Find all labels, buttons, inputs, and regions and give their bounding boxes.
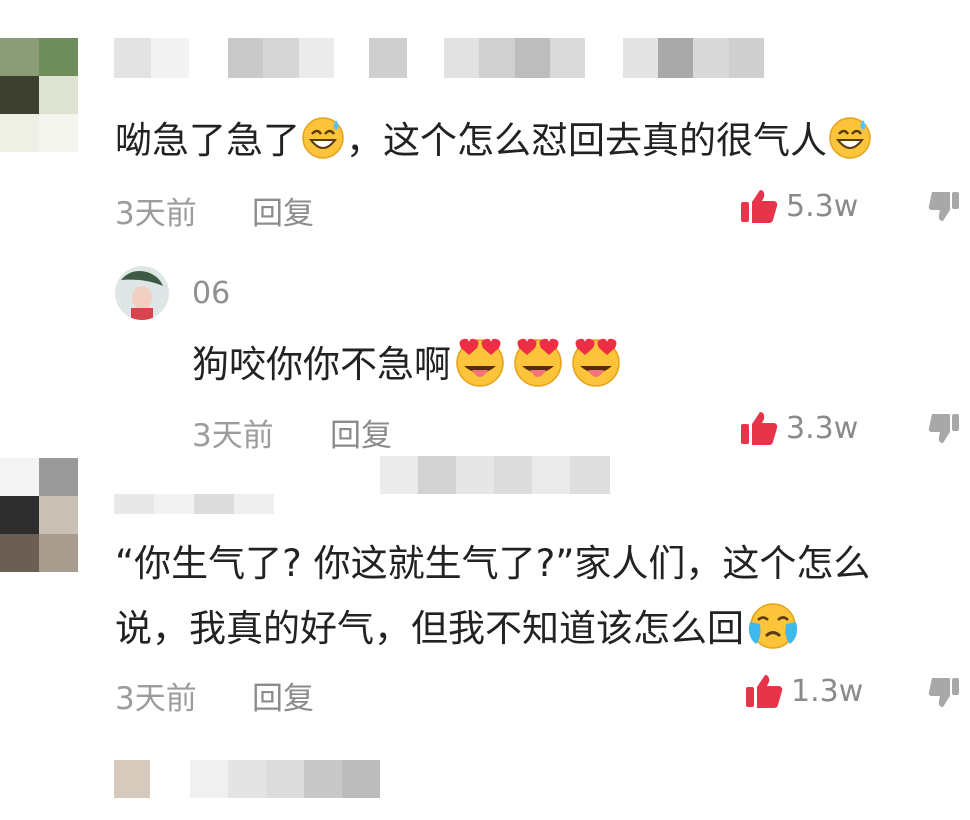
avatar[interactable]	[115, 266, 169, 320]
like-button[interactable]: 5.3w	[740, 188, 858, 224]
username-blurred	[380, 456, 610, 494]
grin-sweat-emoji	[827, 114, 873, 171]
username-blurred	[114, 494, 274, 514]
comment-text-part: ，这个怎么怼回去真的很气人	[346, 119, 827, 162]
reply-time: 3天前	[192, 418, 274, 454]
like-count: 5.3w	[786, 188, 859, 224]
like-button[interactable]: 3.3w	[740, 410, 858, 446]
heart-eyes-tongue-emoji	[451, 334, 509, 399]
thumbs-up-icon	[746, 675, 783, 708]
reply-username[interactable]: 06	[192, 276, 230, 311]
username-blurred	[190, 760, 380, 798]
grin-sweat-emoji	[300, 114, 346, 171]
avatar-blurred[interactable]	[0, 458, 78, 572]
thumbs-down-icon[interactable]	[928, 412, 962, 444]
like-count: 1.3w	[791, 673, 864, 709]
thumbs-down-icon[interactable]	[928, 676, 962, 708]
thumbs-up-icon	[741, 190, 778, 223]
avatar-blurred[interactable]	[114, 760, 150, 798]
avatar-blurred[interactable]	[0, 38, 78, 152]
comment-text: 呦急了急了 ，这个怎么怼回去真的很气人	[115, 114, 873, 171]
heart-eyes-tongue-emoji	[567, 334, 625, 399]
crying-emoji	[744, 600, 802, 661]
like-count: 3.3w	[786, 410, 859, 446]
comment-time: 3天前	[115, 196, 197, 232]
username-blurred	[114, 38, 764, 78]
comment-time: 3天前	[115, 681, 197, 717]
heart-eyes-tongue-emoji	[509, 334, 567, 399]
reply-text: 狗咬你你不急啊	[192, 334, 625, 399]
comment-text-line-2: 说，我真的好气，但我不知道该怎么回	[115, 600, 802, 661]
comment-text-line-1: “你生气了? 你这就生气了?”家人们，这个怎么	[115, 542, 871, 585]
reply-button[interactable]: 回复	[252, 673, 314, 718]
reply-text-part: 狗咬你你不急啊	[192, 343, 451, 386]
comment-text-part: 呦急了急了	[115, 119, 300, 162]
thumbs-up-icon	[741, 412, 778, 445]
like-button[interactable]: 1.3w	[745, 673, 863, 709]
reply-button[interactable]: 回复	[252, 188, 314, 233]
comment-text-part: 说，我真的好气，但我不知道该怎么回	[115, 607, 744, 650]
reply-button[interactable]: 回复	[330, 410, 392, 455]
thumbs-down-icon[interactable]	[928, 190, 962, 222]
